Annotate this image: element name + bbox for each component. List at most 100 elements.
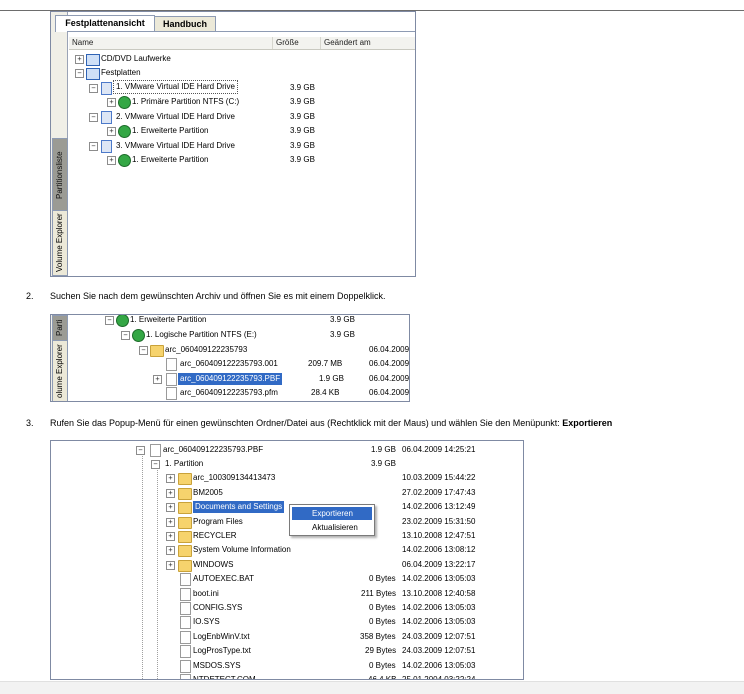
row-label: Documents and Settings (193, 501, 285, 514)
menu-item-refresh[interactable]: Aktualisieren (292, 521, 372, 534)
tree-row[interactable]: CONFIG.SYS 0 Bytes 14.02.2006 13:05:03 (166, 601, 520, 615)
tree-row-selected[interactable]: + arc_060409122235793.PBF 1.9 GB 06.04.2… (153, 372, 409, 386)
row-size: 29 Bytes (365, 646, 397, 656)
collapse-icon[interactable]: − (136, 446, 145, 455)
collapse-icon[interactable]: − (151, 460, 160, 469)
row-date: 14.02.2006 13:08:12 (402, 545, 476, 555)
row-label: 1. VMware Virtual IDE Hard Drive (113, 80, 238, 94)
tree-row[interactable]: −1. Partition 3.9 GB (151, 457, 520, 471)
expand-icon[interactable]: + (166, 503, 175, 513)
file-icon (180, 573, 191, 587)
tree-row[interactable]: − arc_060409122235793.PBF 1.9 GB 06.04.2009… (136, 443, 520, 457)
bottom-bar (0, 681, 744, 694)
expand-icon[interactable]: + (153, 375, 162, 384)
tree-row[interactable]: + WINDOWS 06.04.2009 13:22:17 (166, 558, 520, 572)
expand-icon[interactable]: + (107, 156, 116, 165)
column-name[interactable]: Name (69, 37, 273, 49)
cd-drive-icon (86, 54, 100, 66)
tree-row[interactable]: + BM2005 27.02.2009 17:47:43 (166, 486, 520, 500)
row-label: boot.ini (193, 588, 219, 598)
row-date: 14.02.2006 13:12:49 (402, 502, 476, 512)
file-icon (180, 674, 191, 679)
tab-handbuch[interactable]: Handbuch (154, 16, 216, 32)
row-label: arc_060409122235793.PBF (163, 445, 264, 454)
collapse-icon[interactable]: − (75, 69, 84, 78)
tree-row[interactable]: NTDETECT.COM 46.4 KB 25.01.2004 03:22:24 (166, 673, 520, 679)
tree-row[interactable]: − 1. Erweiterte Partition 3.9 GB (103, 315, 403, 327)
row-date: 14.02.2006 13:05:03 (402, 660, 476, 670)
row-date: 06.04.2009 14:25:21 (402, 445, 476, 454)
tree-row[interactable]: + System Volume Information 14.02.2006 13:… (166, 543, 520, 558)
tree-row-disk-3[interactable]: − 3. VMware Virtual IDE Hard Drive 3.9 G… (73, 139, 393, 153)
tree-row[interactable]: boot.ini 211 Bytes 13.10.2008 12:40:58 (166, 587, 520, 601)
column-header: Name Größe Geändert am (69, 37, 415, 50)
partition-icon (118, 96, 131, 109)
side-tab-partition-list[interactable]: Partitionsliste (52, 138, 68, 212)
tree-row-partition-c[interactable]: + 1. Primäre Partition NTFS (C:) 3.9 GB (73, 95, 393, 109)
folder-icon (178, 502, 192, 515)
tree-row[interactable]: AUTOEXEC.BAT 0 Bytes 14.02.2006 13:05:03 (166, 572, 520, 587)
tree-row-cd-dvd[interactable]: + CD/DVD Laufwerke (73, 52, 393, 66)
row-label: LogEnbWinV.txt (193, 631, 250, 641)
expand-icon[interactable]: + (75, 55, 84, 64)
expand-icon[interactable]: + (166, 532, 175, 541)
expand-icon[interactable]: + (166, 517, 175, 527)
side-tab-volume-explorer[interactable]: Volume Explorer (52, 210, 68, 276)
row-label: IO.SYS (193, 617, 220, 627)
row-size: 3.9 GB (330, 330, 355, 339)
row-size: 3.9 GB (330, 315, 355, 324)
expand-icon[interactable]: + (107, 98, 116, 107)
collapse-icon[interactable]: − (121, 331, 130, 340)
side-tab-volume-explorer[interactable]: olume Explorer (52, 340, 68, 401)
tree-row-disk-1[interactable]: − 1. VMware Virtual IDE Hard Drive 3.9 G… (73, 80, 393, 95)
tree-row[interactable]: arc_060409122235793.pfm 28.4 KB 06.04.20… (153, 386, 409, 400)
row-size: 3.9 GB (290, 141, 315, 150)
expand-icon[interactable]: + (166, 488, 175, 498)
row-date: 14.02.2006 13:05:03 (402, 603, 476, 612)
row-label: LogProsType.txt (193, 646, 251, 656)
hard-disk-icon (101, 82, 112, 95)
row-date: 14.02.2006 13:05:03 (402, 574, 476, 584)
row-size: 0 Bytes (369, 660, 396, 670)
collapse-icon[interactable]: − (105, 316, 114, 325)
tree-row-disk-2[interactable]: − 2. VMware Virtual IDE Hard Drive 3.9 G… (73, 110, 393, 124)
row-size: 28.4 KB (311, 388, 340, 397)
tab-festplattenansicht[interactable]: Festplattenansicht (55, 15, 155, 32)
row-size: 46.4 KB (368, 673, 396, 679)
tree-row[interactable]: IO.SYS 0 Bytes 14.02.2006 13:05:03 (166, 615, 520, 630)
row-size: 1.9 GB (319, 374, 344, 383)
tree-row[interactable]: LogEnbWinV.txt 358 Bytes 24.03.2009 12:07:… (166, 630, 520, 644)
tree-row[interactable]: + arc_100309134413473 10.03.2009 15:44:22 (166, 471, 520, 486)
tree-row[interactable]: arc_060409122235793.001 209.7 MB 06.04.2… (153, 357, 409, 371)
row-date: 10.03.2009 15:44:22 (402, 473, 476, 483)
menu-item-export[interactable]: Exportieren (292, 507, 372, 520)
row-date: 23.02.2009 15:31:50 (402, 516, 476, 526)
tree-row-extended-1[interactable]: + 1. Erweiterte Partition 3.9 GB (73, 124, 393, 138)
tree-row[interactable]: − arc_060409122235793 06.04.2009 14:25:2… (137, 343, 409, 357)
tree-row[interactable]: LogProsType.txt 29 Bytes 24.03.2009 12:07:… (166, 644, 520, 659)
side-tab-partition-list[interactable]: Parti (52, 315, 68, 341)
expand-icon[interactable]: + (107, 127, 116, 136)
tree-row-extended-2[interactable]: + 1. Erweiterte Partition 3.9 GB (73, 153, 393, 167)
tree-row[interactable]: MSDOS.SYS 0 Bytes 14.02.2006 13:05:03 (166, 659, 520, 673)
partition-icon (116, 315, 129, 327)
row-size: 209.7 MB (308, 359, 343, 368)
column-size[interactable]: Größe (273, 37, 321, 49)
row-size: 0 Bytes (369, 603, 396, 612)
expand-icon[interactable]: + (166, 560, 175, 570)
file-icon (180, 616, 191, 630)
collapse-icon[interactable]: − (89, 142, 98, 151)
expand-icon[interactable]: + (166, 546, 175, 556)
row-date: 13.10.2008 12:47:51 (402, 531, 476, 540)
row-label: arc_060409122235793.001 (180, 359, 278, 368)
expand-icon[interactable]: + (166, 474, 175, 484)
step-text-main: Rufen Sie das Popup-Menü für einen gewün… (50, 418, 563, 428)
column-modified[interactable]: Geändert am (321, 37, 414, 49)
tree-row-festplatten[interactable]: − Festplatten (73, 66, 393, 80)
collapse-icon[interactable]: − (139, 346, 148, 355)
collapse-icon[interactable]: − (89, 113, 98, 122)
tree-row[interactable]: − 1. Logische Partition NTFS (E:) 3.9 GB (119, 328, 409, 342)
file-icon (180, 659, 191, 673)
folder-icon (150, 345, 164, 357)
collapse-icon[interactable]: − (89, 84, 98, 93)
